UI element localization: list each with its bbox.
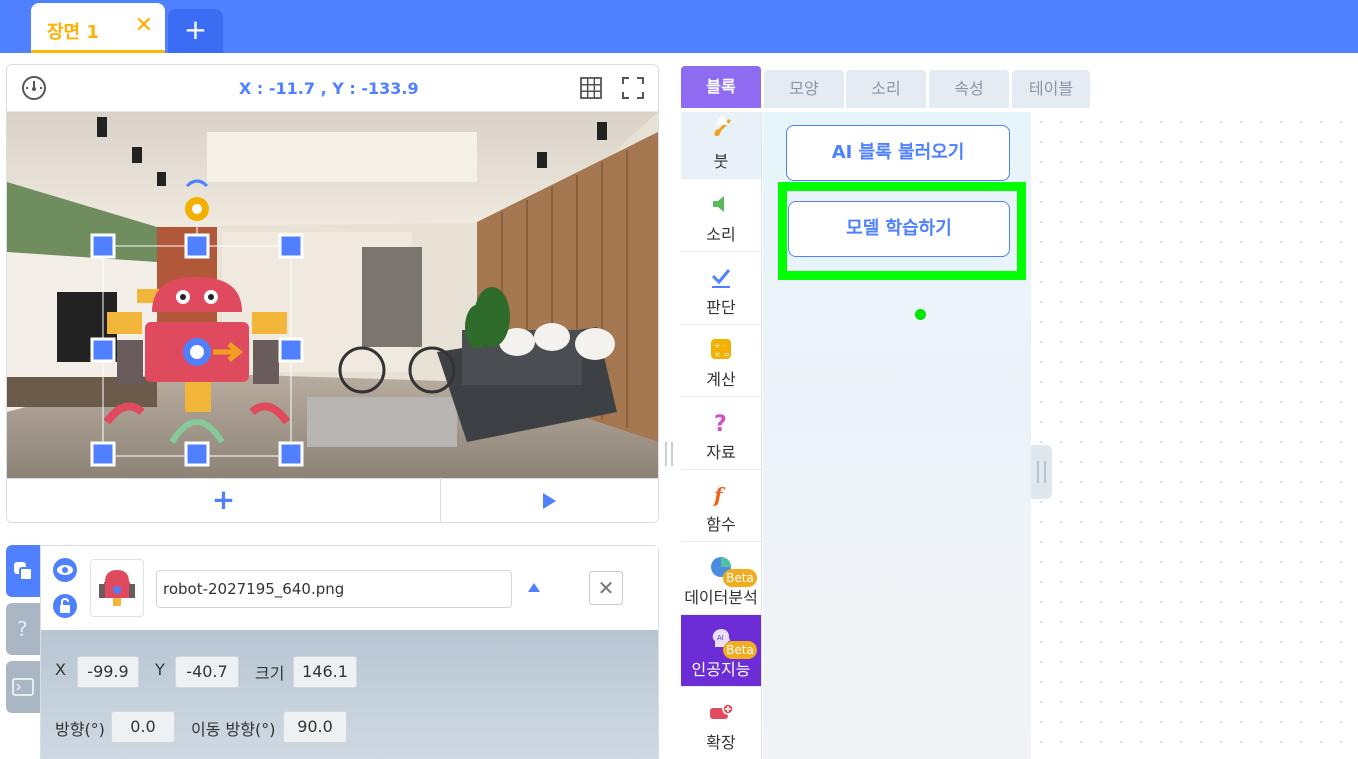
- stage-canvas[interactable]: [7, 112, 658, 478]
- tab-blocks[interactable]: 블록: [681, 66, 761, 108]
- category-function[interactable]: f 함수: [681, 470, 761, 542]
- category-extension[interactable]: 확장: [681, 688, 761, 759]
- tab-sounds[interactable]: 소리: [846, 70, 926, 108]
- highlight-box: [778, 182, 1026, 280]
- object-header: ✕: [41, 546, 658, 630]
- run-button[interactable]: [441, 479, 658, 522]
- category-calculate[interactable]: + - × = 계산: [681, 325, 761, 397]
- object-thumbnail: [90, 559, 144, 617]
- collapse-icon[interactable]: [528, 583, 540, 592]
- category-label: 계산: [706, 370, 736, 389]
- tab-shapes[interactable]: 모양: [764, 70, 844, 108]
- object-properties: X -99.9 Y -40.7 크기 146.1 방향(°) 0.0 이동 방향…: [41, 630, 658, 759]
- scene-tab-label: 장면 1: [47, 22, 99, 43]
- object-side-tabs: ?: [6, 545, 40, 759]
- speedometer-icon[interactable]: [21, 75, 47, 101]
- palette-resize-handle[interactable]: [1031, 445, 1052, 499]
- direction-field[interactable]: 0.0: [111, 711, 175, 743]
- move-direction-label: 이동 방향(°): [191, 720, 276, 739]
- add-object-button[interactable]: +: [7, 479, 441, 522]
- x-field[interactable]: -99.9: [77, 656, 139, 688]
- play-icon: [543, 493, 556, 509]
- svg-text:AI: AI: [717, 634, 724, 642]
- panel-resize-handle[interactable]: [665, 442, 673, 466]
- extension-icon: [710, 703, 733, 719]
- category-data-analysis[interactable]: Beta 데이터분석: [681, 543, 761, 615]
- console-icon: [12, 678, 34, 696]
- add-scene-button[interactable]: +: [168, 9, 223, 53]
- eye-icon[interactable]: [53, 558, 77, 582]
- help-tab[interactable]: ?: [6, 603, 40, 655]
- scene-tab[interactable]: 장면 1 ✕: [31, 3, 165, 53]
- stage-controls: +: [7, 478, 658, 522]
- move-direction-field[interactable]: 90.0: [283, 711, 347, 743]
- fullscreen-icon[interactable]: [622, 77, 644, 99]
- close-icon[interactable]: ✕: [135, 13, 153, 38]
- block-category-list: 붓 소리 판단 + - × = 계산 ? 자료 f 함수 Beta 데이터분석 A…: [681, 112, 762, 759]
- unlock-icon[interactable]: [53, 594, 77, 618]
- grid-icon[interactable]: [580, 77, 602, 99]
- tab-properties[interactable]: 속성: [929, 70, 1009, 108]
- mouse-coordinates: X : -11.7 , Y : -133.9: [239, 79, 419, 98]
- workspace-tabs: 블록 모양 소리 속성 테이블: [677, 53, 1358, 113]
- category-label: 판단: [706, 298, 736, 317]
- scene-bar: 장면 1 ✕ +: [0, 0, 1358, 53]
- object-name-input[interactable]: [156, 570, 512, 608]
- delete-object-button[interactable]: ✕: [589, 571, 623, 605]
- svg-text:?: ?: [714, 412, 727, 434]
- category-ai[interactable]: AI Beta 인공지능: [681, 615, 761, 687]
- question-icon: ?: [17, 617, 28, 641]
- category-judge[interactable]: 판단: [681, 253, 761, 325]
- svg-text:× =: × =: [714, 350, 730, 359]
- console-tab[interactable]: [6, 661, 40, 713]
- calculator-icon: + -× =: [711, 339, 731, 359]
- check-icon: [711, 269, 731, 288]
- stage-panel: X : -11.7 , Y : -133.9 +: [6, 64, 659, 523]
- category-label: 붓: [713, 152, 729, 171]
- question-icon: ?: [714, 412, 727, 434]
- object-panel: ✕ X -99.9 Y -40.7 크기 146.1 방향(°) 0.0 이동 …: [40, 545, 659, 759]
- svg-text:+ -: + -: [714, 341, 726, 350]
- category-label: 소리: [706, 225, 736, 244]
- category-label: 데이터분석: [684, 588, 758, 607]
- cursor-indicator: [915, 309, 926, 320]
- objects-icon: [14, 562, 33, 581]
- tab-table[interactable]: 테이블: [1012, 70, 1090, 108]
- stage-header: X : -11.7 , Y : -133.9: [7, 65, 658, 112]
- direction-label: 방향(°): [55, 720, 105, 739]
- y-field[interactable]: -40.7: [175, 656, 239, 688]
- category-label: 함수: [706, 515, 736, 534]
- category-sound[interactable]: 소리: [681, 180, 761, 252]
- category-label: 확장: [706, 733, 736, 752]
- scroll-up-icon[interactable]: [715, 115, 729, 125]
- category-label: 자료: [706, 443, 736, 462]
- script-board[interactable]: [1031, 112, 1358, 759]
- y-label: Y: [155, 660, 165, 679]
- category-data[interactable]: ? 자료: [681, 398, 761, 470]
- object-tab[interactable]: [6, 545, 40, 597]
- speaker-icon: [713, 196, 724, 212]
- size-field[interactable]: 146.1: [293, 656, 357, 688]
- svg-text:?: ?: [17, 617, 28, 641]
- load-ai-blocks-button[interactable]: AI 블록 불러오기: [786, 125, 1010, 181]
- function-icon: f: [712, 483, 726, 506]
- x-label: X: [55, 660, 66, 679]
- category-label: 인공지능: [691, 660, 751, 679]
- size-label: 크기: [255, 664, 285, 683]
- svg-text:f: f: [712, 483, 726, 506]
